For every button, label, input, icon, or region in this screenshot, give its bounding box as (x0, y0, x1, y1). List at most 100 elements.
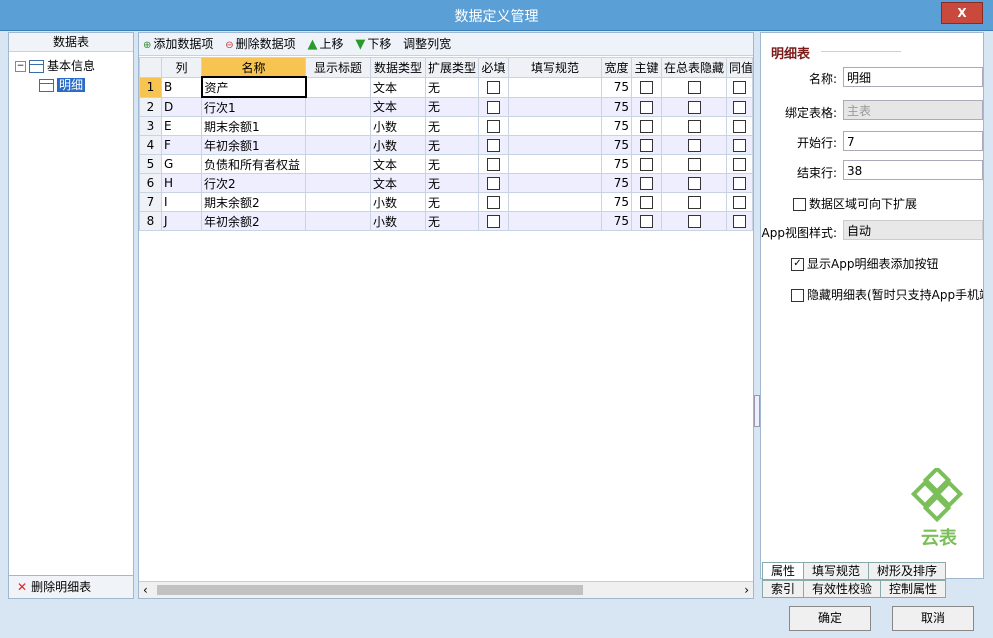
cell-primary-key[interactable] (631, 211, 662, 231)
tab-index[interactable]: 索引 (762, 580, 805, 598)
cell-required[interactable] (478, 116, 509, 136)
cell-fill-rule[interactable] (508, 135, 602, 155)
checkbox[interactable] (640, 100, 653, 114)
collapse-icon[interactable]: − (15, 61, 26, 72)
cell-extend-type[interactable]: 无 (425, 154, 479, 174)
cell-required[interactable] (478, 76, 509, 98)
col-header[interactable]: 列 (161, 57, 202, 78)
cell-display-title[interactable] (305, 135, 371, 155)
tab-validation[interactable]: 有效性校验 (803, 580, 882, 598)
row-number[interactable]: 4 (139, 135, 162, 155)
checkbox[interactable] (687, 158, 701, 171)
cell-required[interactable] (478, 96, 509, 117)
cell-data-type[interactable]: 小数 (370, 135, 426, 155)
tree-node-detail[interactable]: 明细 (39, 76, 86, 93)
cell-name[interactable]: 负债和所有者权益 (201, 154, 306, 174)
col-header[interactable]: 在总表隐藏 (661, 57, 727, 78)
row-number[interactable]: 8 (139, 211, 162, 231)
table-row[interactable]: 8 J 年初余额2 小数无 75 (139, 211, 753, 231)
row-number[interactable]: 3 (139, 116, 162, 136)
start-row-field[interactable]: 7 (843, 131, 983, 151)
checkbox[interactable] (640, 81, 653, 94)
cancel-button[interactable]: 取消 (892, 606, 974, 631)
cell-fill-rule[interactable] (508, 76, 602, 98)
checkbox[interactable] (733, 196, 746, 209)
checkbox[interactable] (733, 100, 746, 114)
cell-width[interactable]: 75 (601, 154, 632, 174)
cell-hide-in-total[interactable] (661, 192, 727, 212)
delete-detail-button[interactable]: ✕ 删除明细表 (8, 575, 134, 599)
end-row-field[interactable]: 38 (843, 160, 983, 180)
table-row[interactable]: 6 H 行次2 文本无 75 (139, 173, 753, 193)
cell-primary-key[interactable] (631, 76, 662, 98)
cell-same-value[interactable] (726, 96, 753, 117)
row-number[interactable]: 6 (139, 173, 162, 193)
checkbox[interactable] (487, 120, 500, 133)
cell-fill-rule[interactable] (508, 154, 602, 174)
tab-properties[interactable]: 属性 (762, 562, 805, 580)
cell-same-value[interactable] (726, 211, 753, 231)
table-row[interactable]: 2 D 行次1 文本无 75 (139, 96, 753, 117)
col-header[interactable]: 扩展类型 (425, 57, 479, 78)
cell-fill-rule[interactable] (508, 192, 602, 212)
checkbox[interactable] (687, 215, 701, 228)
cell-same-value[interactable] (726, 135, 753, 155)
cell-data-type[interactable]: 小数 (370, 192, 426, 212)
tab-tree-sort[interactable]: 树形及排序 (868, 562, 947, 580)
col-header[interactable]: 名称 (201, 57, 306, 78)
checkbox[interactable] (687, 177, 701, 190)
tab-control-props[interactable]: 控制属性 (880, 580, 947, 598)
show-add-checkbox[interactable]: ✓ 显示App明细表添加按钮 (791, 255, 938, 272)
cell-fill-rule[interactable] (508, 116, 602, 136)
ok-button[interactable]: 确定 (789, 606, 871, 631)
add-item-button[interactable]: ⊕ 添加数据项 (139, 33, 217, 55)
checkbox[interactable] (640, 139, 653, 152)
cell-same-value[interactable] (726, 116, 753, 136)
col-header[interactable]: 宽度 (601, 57, 632, 78)
checkbox[interactable] (733, 139, 746, 152)
cell-hide-in-total[interactable] (661, 173, 727, 193)
cell-name[interactable]: 年初余额2 (201, 211, 306, 231)
checkbox[interactable] (687, 139, 701, 152)
checkbox[interactable] (487, 177, 500, 190)
cell-hide-in-total[interactable] (661, 211, 727, 231)
cell-column[interactable]: B (161, 76, 202, 98)
checkbox[interactable] (733, 215, 746, 228)
cell-hide-in-total[interactable] (661, 76, 727, 98)
close-button[interactable]: X (941, 2, 983, 24)
cell-extend-type[interactable]: 无 (425, 192, 479, 212)
cell-width[interactable]: 75 (601, 135, 632, 155)
tree-node-basic-info[interactable]: − 基本信息 (15, 57, 95, 74)
show-add-checkbox-box[interactable]: ✓ (791, 258, 804, 271)
cell-name[interactable]: 期末余额1 (201, 116, 306, 136)
cell-column[interactable]: J (161, 211, 202, 231)
cell-same-value[interactable] (726, 76, 753, 98)
cell-width[interactable]: 75 (601, 173, 632, 193)
col-header[interactable]: 填写规范 (508, 57, 602, 78)
table-row[interactable]: 1 B 资产 文本无 75 (139, 76, 753, 98)
cell-name[interactable]: 行次2 (201, 173, 306, 193)
scroll-right-icon[interactable]: › (744, 582, 749, 598)
table-row[interactable]: 5 G 负债和所有者权益 文本无 75 (139, 154, 753, 174)
delete-item-button[interactable]: ⊖ 删除数据项 (221, 33, 299, 55)
expand-checkbox[interactable]: 数据区域可向下扩展 (793, 195, 917, 212)
cell-extend-type[interactable]: 无 (425, 116, 479, 136)
cell-width[interactable]: 75 (601, 116, 632, 136)
cell-primary-key[interactable] (631, 135, 662, 155)
table-row[interactable]: 7 I 期末余额2 小数无 75 (139, 192, 753, 212)
cell-display-title[interactable] (305, 211, 371, 231)
cell-width[interactable]: 75 (601, 76, 632, 98)
cell-display-title[interactable] (305, 76, 371, 98)
checkbox[interactable] (687, 120, 701, 133)
checkbox[interactable] (733, 158, 746, 171)
checkbox[interactable] (687, 196, 701, 209)
checkbox[interactable] (733, 177, 746, 190)
cell-width[interactable]: 75 (601, 192, 632, 212)
cell-extend-type[interactable]: 无 (425, 76, 479, 98)
checkbox[interactable] (733, 120, 746, 133)
cell-same-value[interactable] (726, 173, 753, 193)
checkbox[interactable] (687, 81, 701, 94)
move-up-button[interactable]: ▲ 上移 (303, 33, 347, 55)
checkbox[interactable] (640, 196, 653, 209)
scroll-left-icon[interactable]: ‹ (143, 582, 148, 598)
